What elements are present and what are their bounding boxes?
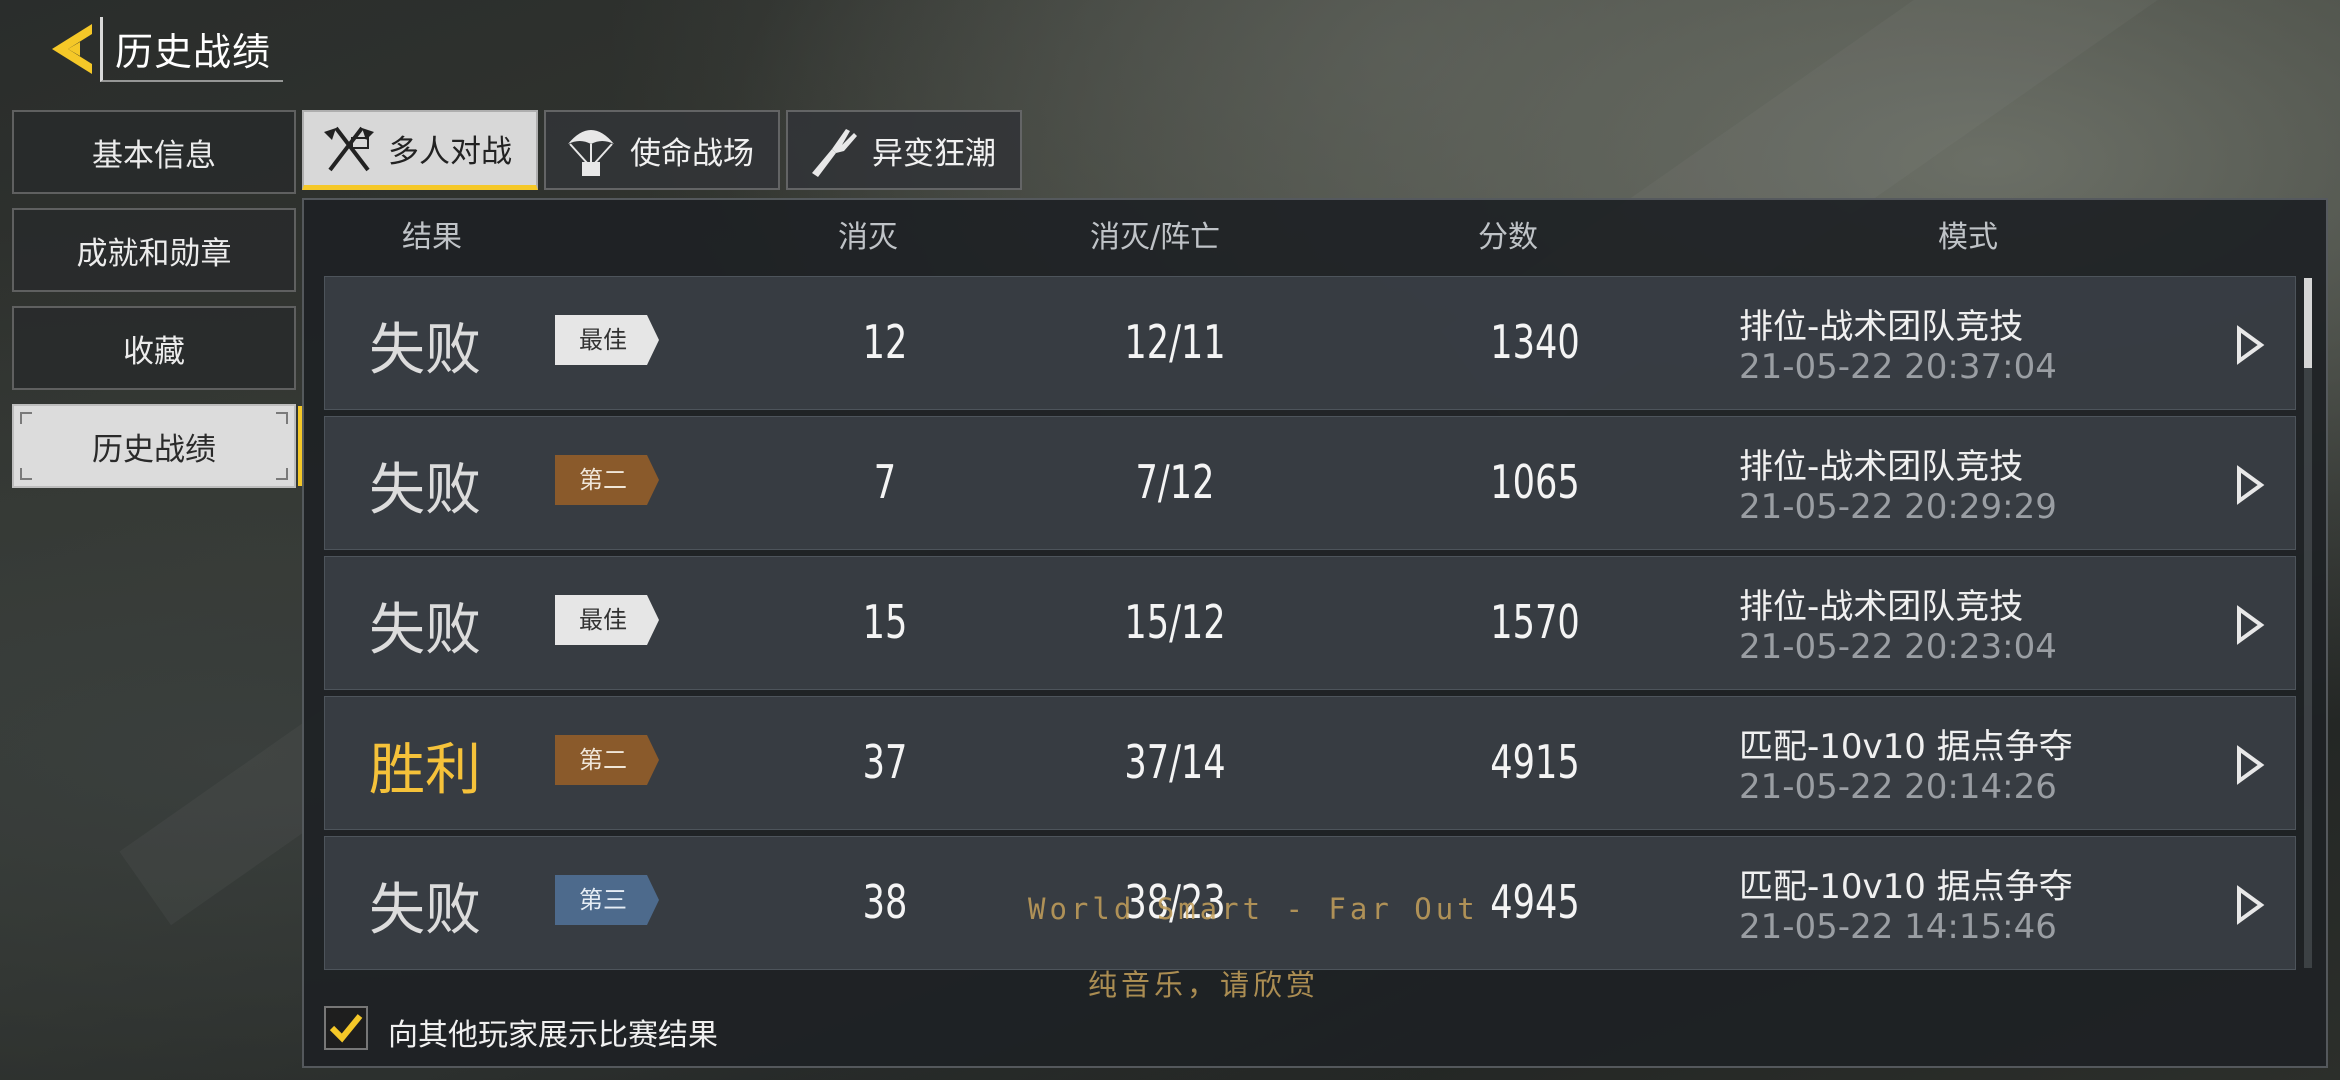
column-header-kills: 消灭 (838, 220, 898, 255)
corner-decoration (20, 468, 32, 480)
tab-zombies[interactable]: 异变狂潮 (786, 110, 1022, 190)
scrollbar-thumb[interactable] (2304, 278, 2312, 368)
match-row[interactable]: 胜利 第二 37 37/14 4915 匹配-10v10 据点争夺 21-05-… (324, 696, 2296, 830)
corner-decoration (20, 412, 32, 424)
rank-badge-label: 第二 (579, 466, 627, 494)
kills-value: 12 (862, 315, 908, 369)
zombie-arm-icon (812, 129, 857, 177)
mode-name: 匹配-10v10 据点争夺 (1739, 867, 2073, 907)
kd-value: 7/12 (1135, 455, 1215, 509)
sidebar-item-collection[interactable]: 收藏 (12, 306, 296, 390)
column-header-result: 结果 (402, 220, 462, 255)
mode-name: 排位-战术团队竞技 (1739, 447, 2024, 487)
rank-badge: 第二 (555, 455, 659, 505)
share-results-label: 向其他玩家展示比赛结果 (388, 1018, 718, 1053)
match-time: 21-05-22 20:14:26 (1739, 767, 2057, 807)
rank-badge-label: 第三 (579, 886, 627, 914)
match-time: 21-05-22 20:37:04 (1739, 347, 2057, 387)
match-time: 21-05-22 20:23:04 (1739, 627, 2057, 667)
sidebar-item-achievements[interactable]: 成就和勋章 (12, 208, 296, 292)
rank-badge: 第三 (555, 875, 659, 925)
sidebar-item-label: 基本信息 (92, 137, 216, 174)
match-row[interactable]: 失败 最佳 12 12/11 1340 排位-战术团队竞技 21-05-22 2… (324, 276, 2296, 410)
rank-badge: 第二 (555, 735, 659, 785)
score-value: 1570 (1490, 595, 1580, 649)
score-value: 4915 (1490, 735, 1580, 789)
chevron-right-icon[interactable] (2229, 323, 2269, 367)
tab-battle-royale[interactable]: 使命战场 (544, 110, 780, 190)
mode-name: 排位-战术团队竞技 (1739, 307, 2024, 347)
back-arrow-icon (52, 24, 92, 74)
page-title: 历史战绩 (100, 16, 284, 82)
chevron-right-icon[interactable] (2229, 463, 2269, 507)
parachute-icon (568, 130, 614, 176)
match-history-panel: 结果 消灭 消灭/阵亡 分数 模式 失败 最佳 12 12/11 1340 排位… (302, 198, 2328, 1068)
music-watermark-line1: World Smart - Far Out (1028, 892, 1479, 926)
kd-value: 12/11 (1124, 315, 1226, 369)
sidebar-item-match-history[interactable]: 历史战绩 (12, 404, 304, 488)
kills-value: 37 (862, 735, 908, 789)
mode-tabs: 多人对战 使命战场 异变狂潮 (302, 110, 1022, 190)
kills-value: 15 (862, 595, 908, 649)
tab-label: 异变狂潮 (872, 135, 996, 172)
match-result: 失败 (369, 458, 481, 523)
chevron-right-icon[interactable] (2229, 603, 2269, 647)
sidebar-item-label: 收藏 (123, 333, 185, 370)
checkmark-icon (329, 1014, 363, 1043)
rank-badge: 最佳 (555, 315, 659, 365)
match-row[interactable]: 失败 第二 7 7/12 1065 排位-战术团队竞技 21-05-22 20:… (324, 416, 2296, 550)
back-button[interactable] (40, 16, 100, 82)
top-bar: 历史战绩 (40, 16, 284, 82)
sidebar-item-label: 成就和勋章 (76, 235, 232, 272)
mode-name: 匹配-10v10 据点争夺 (1739, 727, 2073, 767)
tab-multiplayer[interactable]: 多人对战 (302, 110, 538, 190)
kills-value: 7 (873, 455, 897, 509)
mode-name: 排位-战术团队竞技 (1739, 587, 2024, 627)
match-list[interactable]: 失败 最佳 12 12/11 1340 排位-战术团队竞技 21-05-22 2… (324, 276, 2296, 976)
tab-label: 多人对战 (388, 134, 512, 170)
crossed-flags-icon (324, 126, 374, 171)
rank-badge-label: 第二 (579, 746, 627, 774)
corner-decoration (276, 468, 288, 480)
match-result: 失败 (369, 598, 481, 663)
rank-badge: 最佳 (555, 595, 659, 645)
match-result: 胜利 (369, 738, 481, 803)
column-header-score: 分数 (1478, 220, 1538, 255)
rank-badge-label: 最佳 (579, 606, 627, 634)
chevron-right-icon[interactable] (2229, 743, 2269, 787)
tab-label: 使命战场 (630, 135, 754, 172)
sidebar: 基本信息 成就和勋章 收藏 历史战绩 (12, 110, 304, 502)
kills-value: 38 (862, 875, 908, 929)
kd-value: 37/14 (1124, 735, 1226, 789)
match-time: 21-05-22 20:29:29 (1739, 487, 2057, 527)
sidebar-item-label: 历史战绩 (92, 431, 216, 468)
rank-badge-label: 最佳 (579, 326, 627, 354)
share-results-checkbox[interactable] (324, 1006, 368, 1050)
corner-decoration (276, 412, 288, 424)
match-result: 失败 (369, 878, 481, 943)
music-watermark-line2: 纯音乐，请欣赏 (1088, 968, 1320, 1002)
match-result: 失败 (369, 318, 481, 383)
match-row[interactable]: 失败 最佳 15 15/12 1570 排位-战术团队竞技 21-05-22 2… (324, 556, 2296, 690)
score-value: 1340 (1490, 315, 1580, 369)
chevron-right-icon[interactable] (2229, 883, 2269, 927)
sidebar-item-basic-info[interactable]: 基本信息 (12, 110, 296, 194)
match-time: 21-05-22 14:15:46 (1739, 907, 2057, 947)
list-scrollbar[interactable] (2304, 278, 2312, 968)
kd-value: 15/12 (1124, 595, 1226, 649)
score-value: 1065 (1490, 455, 1580, 509)
column-header-kd: 消灭/阵亡 (1090, 220, 1221, 255)
column-header-mode: 模式 (1938, 220, 1998, 255)
